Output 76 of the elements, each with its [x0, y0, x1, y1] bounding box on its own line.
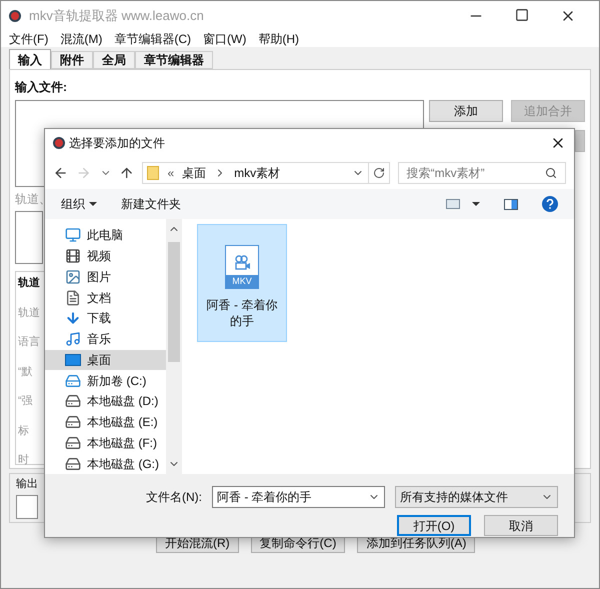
- file-type-label: MKV: [226, 274, 258, 288]
- app-icon: [53, 137, 65, 149]
- nav-item[interactable]: 桌面: [45, 350, 166, 370]
- side-button[interactable]: 添加: [429, 100, 503, 122]
- section-label: 输出: [16, 477, 38, 492]
- field-label: 标: [18, 424, 29, 438]
- section-label: 轨道、: [15, 191, 43, 208]
- refresh-icon[interactable]: [372, 167, 385, 179]
- menu-item[interactable]: 窗口(W): [203, 30, 246, 48]
- document-icon: [65, 290, 81, 306]
- folder-icon: [147, 166, 160, 180]
- address-bar[interactable]: « 桌面 mkv素材: [142, 162, 390, 184]
- nav-item[interactable]: 视频: [45, 246, 166, 266]
- file-item[interactable]: MKV 阿香 - 牵着你的手: [197, 224, 287, 342]
- breadcrumb-separator: «: [166, 165, 176, 182]
- nav-item[interactable]: 文档: [45, 287, 166, 308]
- group-title: 轨道: [18, 276, 40, 291]
- monitor-icon: [65, 227, 81, 244]
- nav-item[interactable]: 本地磁盘 (F:): [45, 432, 166, 454]
- menu-item[interactable]: 帮助(H): [258, 30, 299, 48]
- nav-item[interactable]: 音乐: [45, 328, 166, 350]
- search-icon: [545, 167, 558, 179]
- field-label: 时: [18, 453, 29, 468]
- nav-item[interactable]: 下载: [45, 308, 166, 329]
- field-label: “默: [18, 364, 33, 380]
- caret-icon: [89, 202, 97, 206]
- new-folder-button[interactable]: 新建文件夹: [121, 195, 181, 213]
- breadcrumb-item[interactable]: 桌面: [178, 164, 210, 182]
- tab[interactable]: 附件: [51, 51, 93, 69]
- scrollbar-thumb[interactable]: [168, 242, 180, 362]
- image-icon: [65, 268, 81, 285]
- desktop-icon: [65, 354, 81, 366]
- music-icon: [65, 331, 81, 348]
- breadcrumb-item[interactable]: mkv素材: [230, 164, 284, 182]
- organize-button[interactable]: 组织: [61, 195, 97, 213]
- nav-item[interactable]: 本地磁盘 (E:): [45, 412, 166, 432]
- view-icon[interactable]: [446, 199, 460, 209]
- app-icon: [9, 10, 21, 22]
- window-title: mkv音轨提取器 www.leawo.cn: [29, 7, 204, 26]
- field-label: 轨道: [18, 306, 40, 320]
- drive-icon: [65, 414, 81, 430]
- caret-icon[interactable]: [472, 202, 480, 206]
- back-icon[interactable]: [53, 165, 68, 181]
- download-icon: [65, 310, 81, 326]
- file-type-select[interactable]: 所有支持的媒体文件: [395, 486, 558, 508]
- nav-item[interactable]: 图片: [45, 266, 166, 288]
- camera-icon: [233, 254, 251, 270]
- field-label: 文件名(N):: [146, 489, 202, 506]
- field-label: 语言: [18, 334, 40, 350]
- menu-item[interactable]: 混流(M): [60, 30, 102, 48]
- help-icon[interactable]: [542, 196, 558, 212]
- nav-item[interactable]: 本地磁盘 (G:): [45, 453, 166, 474]
- filename-field[interactable]: 阿香 - 牵着你的手: [212, 486, 385, 508]
- file-name: 阿香 - 牵着你的手: [206, 297, 278, 329]
- tab[interactable]: 输入: [9, 49, 51, 69]
- dialog-title: 选择要添加的文件: [69, 135, 165, 152]
- drive-icon: [65, 372, 81, 389]
- nav-item[interactable]: 此电脑: [45, 225, 166, 246]
- drive-icon: [65, 393, 81, 410]
- output-field: [16, 494, 38, 518]
- preview-pane-icon[interactable]: [504, 198, 518, 210]
- search-field[interactable]: 搜索“mkv素材”: [398, 162, 566, 184]
- menu-item[interactable]: 文件(F): [9, 30, 48, 48]
- tab[interactable]: 章节编辑器: [135, 51, 213, 69]
- up-icon[interactable]: [119, 165, 134, 181]
- menu-item[interactable]: 章节编辑器(C): [114, 30, 191, 48]
- field-label: “强: [18, 394, 33, 409]
- dialog-button[interactable]: 取消: [484, 515, 558, 536]
- nav-item[interactable]: 本地磁盘 (D:): [45, 391, 166, 412]
- film-icon: [65, 248, 81, 264]
- section-label: 输入文件:: [15, 79, 68, 96]
- drive-icon: [65, 456, 81, 472]
- drive-icon: [65, 434, 81, 451]
- nav-item[interactable]: 新加卷 (C:): [45, 370, 166, 391]
- tab[interactable]: 全局: [93, 51, 135, 69]
- dialog-button[interactable]: 打开(O): [397, 515, 471, 536]
